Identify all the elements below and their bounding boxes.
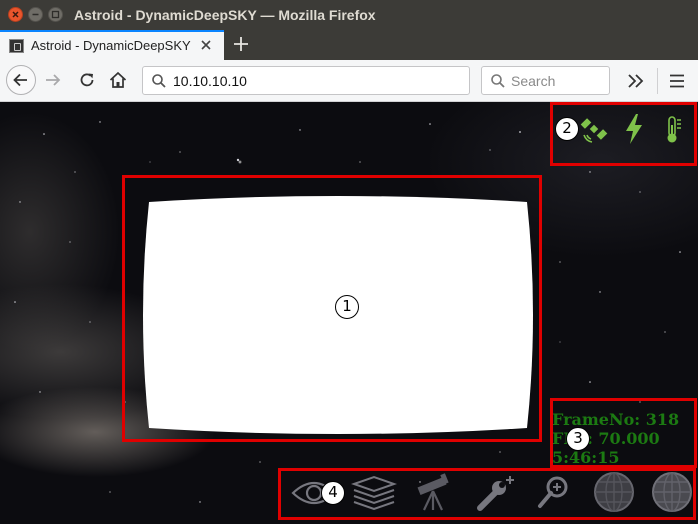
tab-close-icon[interactable] [199, 38, 213, 52]
lightning-icon[interactable] [622, 113, 646, 145]
layers-icon[interactable] [350, 474, 398, 510]
callout-number-3: 3 [566, 427, 590, 451]
window-minimize-button[interactable] [28, 7, 43, 22]
search-icon [152, 74, 166, 88]
toolbar-separator [657, 68, 658, 94]
navigation-bar: 10.10.10.10 Search [0, 60, 698, 102]
back-button[interactable] [6, 65, 36, 95]
url-text: 10.10.10.10 [173, 73, 247, 89]
telescope-icon[interactable] [412, 472, 454, 512]
thermometer-icon[interactable] [662, 115, 684, 145]
home-icon[interactable] [107, 69, 129, 91]
globe-icon[interactable] [650, 470, 694, 514]
callout-number-4: 4 [321, 481, 345, 505]
search-placeholder: Search [511, 73, 556, 89]
close-icon [12, 11, 19, 18]
tab-astroid[interactable]: Astroid - DynamicDeepSKY [0, 30, 224, 60]
overflow-chevron-icon[interactable] [624, 70, 648, 92]
window-maximize-button[interactable] [48, 7, 63, 22]
globe-grid-icon[interactable] [592, 470, 636, 514]
maximize-icon [51, 10, 60, 19]
forward-arrow-icon[interactable] [42, 69, 64, 91]
new-tab-icon[interactable] [232, 33, 250, 55]
wrench-icon[interactable] [474, 472, 518, 512]
tab-strip: Astroid - DynamicDeepSKY [0, 30, 698, 60]
favicon-icon [9, 39, 24, 53]
tab-title: Astroid - DynamicDeepSKY [31, 38, 191, 53]
sky-view[interactable]: 1 2 FrameNo: 318 FPS: 70.000 5:46:15 3 4 [0, 102, 698, 524]
window-titlebar: Astroid - DynamicDeepSKY — Mozilla Firef… [0, 0, 698, 30]
window-title: Astroid - DynamicDeepSKY — Mozilla Firef… [74, 7, 376, 23]
search-bar[interactable]: Search [481, 66, 610, 95]
callout-number-1: 1 [335, 295, 359, 319]
reload-icon[interactable] [76, 69, 98, 91]
url-bar[interactable]: 10.10.10.10 [142, 66, 470, 95]
hamburger-menu-icon[interactable] [666, 70, 688, 92]
back-arrow-icon [13, 73, 27, 87]
search-icon [491, 74, 505, 88]
satellite-icon[interactable] [580, 115, 608, 143]
callout-number-2: 2 [555, 117, 579, 141]
window-close-button[interactable] [8, 7, 23, 22]
zoom-icon[interactable] [534, 472, 574, 512]
minimize-icon [32, 13, 39, 16]
